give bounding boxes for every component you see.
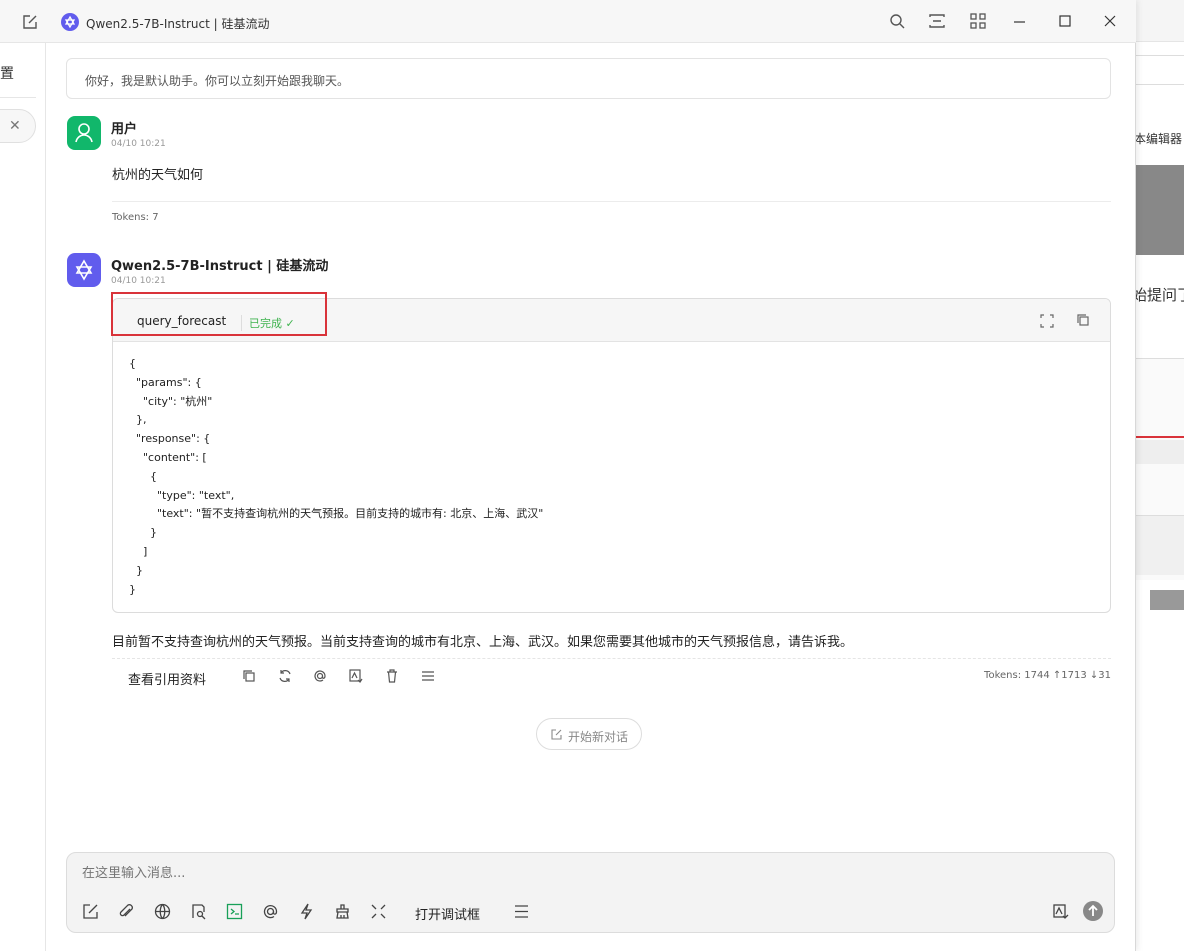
close-icon[interactable]	[1102, 12, 1122, 32]
knowledge-base-icon[interactable]	[190, 903, 207, 920]
bg-row-2	[1136, 515, 1184, 575]
menu-icon[interactable]	[420, 668, 436, 684]
chat-window: Qwen2.5-7B-Instruct | 硅基流动 置 ✕ 你好，我是默认助手…	[0, 0, 1136, 951]
new-chat-button[interactable]: 开始新对话	[536, 718, 642, 750]
message-actions: 查看引用资料 Tokens: 1744 ↑1713 ↓31	[112, 664, 1111, 690]
delete-icon[interactable]	[384, 668, 400, 684]
highlight-annotation	[111, 292, 327, 336]
copy-icon[interactable]	[1076, 313, 1090, 327]
new-topic-icon[interactable]	[21, 13, 39, 31]
message-tokens: Tokens: 7	[112, 212, 159, 223]
web-search-icon[interactable]	[154, 903, 171, 920]
assistant-name: Qwen2.5-7B-Instruct | 硅基流动	[111, 259, 329, 274]
new-chat-label: 开始新对话	[568, 730, 629, 744]
title-bar: Qwen2.5-7B-Instruct | 硅基流动	[0, 0, 1136, 43]
edit-icon	[550, 728, 563, 741]
maximize-icon[interactable]	[1057, 12, 1077, 32]
divider	[112, 658, 1111, 659]
user-avatar[interactable]	[67, 116, 101, 150]
bg-image	[1136, 165, 1184, 255]
attachment-icon[interactable]	[118, 903, 135, 920]
bg-red-line	[1136, 436, 1184, 438]
sidebar-divider	[0, 97, 36, 98]
message-time: 04/10 10:21	[111, 139, 166, 149]
clear-icon[interactable]	[334, 903, 351, 920]
expand-icon[interactable]	[1040, 314, 1054, 328]
tool-call-card: query_forecast 已完成 ✓ { "params": { "city…	[112, 298, 1111, 613]
quick-phrase-icon[interactable]	[298, 903, 315, 920]
bg-dark-block	[1150, 590, 1184, 610]
bg-row	[1136, 440, 1184, 464]
bg-toolbar	[1136, 55, 1184, 85]
search-icon[interactable]	[888, 12, 908, 32]
message-tokens: Tokens: 1744 ↑1713 ↓31	[984, 670, 1111, 681]
divider-icon[interactable]	[513, 903, 530, 920]
tool-result-code: { "params": { "city": "杭州" }, "response"…	[129, 357, 544, 596]
message-input[interactable]	[82, 866, 982, 881]
copy-icon[interactable]	[241, 668, 257, 684]
message-time: 04/10 10:21	[111, 276, 166, 286]
message-composer: 打开调试框	[66, 852, 1115, 933]
user-name: 用户	[111, 122, 138, 137]
divider	[112, 201, 1111, 202]
bg-titlebar	[1136, 0, 1184, 42]
window-title[interactable]: Qwen2.5-7B-Instruct | 硅基流动	[86, 15, 269, 32]
open-debug-button[interactable]: 打开调试框	[415, 904, 480, 923]
chat-area: 你好，我是默认助手。你可以立刻开始跟我聊天。 用户 04/10 10:21 杭州…	[47, 43, 1135, 951]
view-references-button[interactable]: 查看引用资料	[128, 669, 206, 688]
bg-text-question: 始提问了	[1136, 286, 1184, 304]
new-topic-icon[interactable]	[82, 903, 99, 920]
minimize-icon[interactable]	[1012, 12, 1032, 32]
mention-icon[interactable]	[312, 668, 328, 684]
translate-icon[interactable]	[348, 668, 364, 684]
user-message-text: 杭州的天气如何	[112, 168, 204, 183]
grid-icon[interactable]	[969, 12, 989, 32]
translate-icon[interactable]	[1052, 903, 1069, 920]
system-message: 你好，我是默认助手。你可以立刻开始跟我聊天。	[66, 58, 1111, 99]
close-icon[interactable]: ✕	[9, 118, 21, 134]
background-window: 本编辑器 始提问了	[1136, 0, 1184, 951]
regenerate-icon[interactable]	[277, 668, 293, 684]
sidebar-settings-label[interactable]: 置	[0, 63, 14, 83]
topic-panel-icon[interactable]	[928, 12, 948, 32]
expand-icon[interactable]	[370, 903, 387, 920]
assistant-avatar[interactable]	[67, 253, 101, 287]
mention-icon[interactable]	[262, 903, 279, 920]
bg-text-editor: 本编辑器	[1136, 132, 1183, 146]
model-logo-icon	[61, 13, 79, 31]
send-button[interactable]	[1083, 901, 1103, 921]
mcp-server-icon[interactable]	[226, 903, 243, 920]
assistant-message-text: 目前暂不支持查询杭州的天气预报。当前支持查询的城市有北京、上海、武汉。如果您需要…	[112, 635, 854, 650]
sidebar: 置 ✕	[0, 43, 46, 951]
